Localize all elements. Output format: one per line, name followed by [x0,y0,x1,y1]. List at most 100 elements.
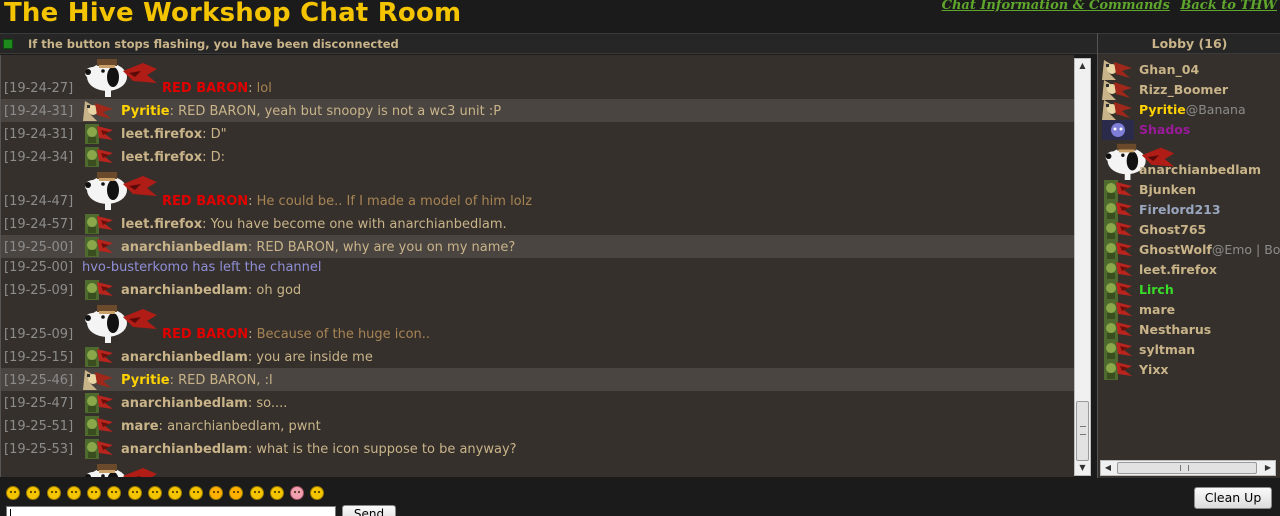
back-to-thw-link[interactable]: Back to THW [1180,0,1277,13]
lobby-user-name[interactable]: Pyritie@Banana [1139,102,1246,117]
orc-avatar [1104,280,1132,300]
snoopy-avatar [85,305,157,343]
clean-up-button[interactable]: Clean Up [1194,487,1272,509]
lobby-user-name[interactable]: syltman [1139,342,1195,357]
smiley-laugh-icon[interactable] [249,486,264,500]
smiley-eek-icon[interactable] [148,486,163,500]
lobby-user-name[interactable]: Shados [1139,122,1190,137]
message-nick[interactable]: RED BARON [162,194,248,209]
scroll-up-arrow-icon[interactable]: ▲ [1075,59,1090,73]
lobby-user-name[interactable]: Yixx [1139,362,1168,377]
smiley-wink-icon[interactable] [168,486,183,500]
lobby-user[interactable]: Yixx [1098,360,1280,380]
chat-message: [19-25-09] RED BARON: Because of the huge… [1,301,1074,345]
chat-message: [19-25-57]RED BARON: snoppy [1,460,1074,477]
lobby-user[interactable]: Shados [1098,120,1280,140]
lobby-user[interactable]: Rizz_Boomer [1098,80,1280,100]
message-nick[interactable]: Pyritie [121,373,170,388]
status-bar: If the button stops flashing, you have b… [0,33,1097,54]
lobby-user[interactable]: GhostWolf@Emo | Bot [1098,240,1280,260]
user-name-text: syltman [1139,342,1196,357]
message-nick[interactable]: leet.firefox [121,150,202,165]
smiley-grin-icon[interactable] [66,486,81,500]
lobby-user[interactable]: Ghost765 [1098,220,1280,240]
lobby-user-name[interactable]: Ghost765 [1139,222,1206,237]
chat-log: [19-24-27] RED BARON: lol [19-24-31] Pyriti… [0,55,1074,477]
message-nick[interactable]: anarchianbedlam [121,240,248,255]
lobby-hscrollbar[interactable]: ◀ ▶ [1100,460,1276,476]
message-line: anarchianbedlam: you are inside me [121,350,373,365]
smiley-smile-icon[interactable] [6,486,20,500]
message-text: what is the icon suppose to be anyway? [256,442,517,457]
orc-avatar [85,280,113,300]
message-nick[interactable]: RED BARON [162,81,248,96]
lobby-user[interactable]: mare [1098,300,1280,320]
message-nick[interactable]: mare [121,419,159,434]
message-nick[interactable]: anarchianbedlam [121,396,248,411]
hscroll-thumb[interactable] [1117,462,1257,474]
orc-avatar [1104,320,1132,340]
message-line: anarchianbedlam: RED BARON, why are you … [121,240,515,255]
scroll-right-arrow-icon[interactable]: ▶ [1261,461,1275,475]
message-nick[interactable]: anarchianbedlam [121,350,248,365]
smiley-cool-icon[interactable] [310,486,325,500]
lobby-user-name[interactable]: Firelord213 [1139,202,1221,217]
nick-separator: : [169,104,179,119]
message-text: RED BARON, :l [178,373,273,388]
smiley-biggrin-icon[interactable] [269,486,284,500]
user-name-text: mare [1139,302,1176,317]
scroll-thumb[interactable] [1076,401,1089,461]
lobby-user-name[interactable]: mare [1139,302,1175,317]
lobby-user-name[interactable]: Nestharus [1139,322,1211,337]
smiley-pink-icon[interactable] [290,486,305,500]
lobby-user[interactable]: Lirch [1098,280,1280,300]
message-timestamp: [19-24-27] [4,81,74,96]
message-nick[interactable]: leet.firefox [121,127,202,142]
message-text: RED BARON, why are you on my name? [256,240,516,255]
smiley-cool-icon[interactable] [46,486,61,500]
chat-message: [19-25-47] anarchianbedlam: so.... [1,391,1074,414]
chat-message: [19-25-53] anarchianbedlam: what is the i… [1,437,1074,460]
lobby-user[interactable]: syltman [1098,340,1280,360]
user-name-text: Ghost765 [1139,222,1207,237]
scroll-down-arrow-icon[interactable]: ▼ [1075,461,1090,475]
message-timestamp: [19-25-15] [4,350,74,365]
message-nick[interactable]: leet.firefox [121,217,202,232]
smiley-smile-icon[interactable] [127,486,142,500]
lobby-user[interactable]: Nestharus [1098,320,1280,340]
send-button[interactable]: Send [342,505,396,516]
lobby-user[interactable]: Pyritie@Banana [1098,100,1280,120]
message-timestamp: [19-24-34] [4,150,74,165]
smiley-confused-icon[interactable] [26,486,41,500]
lobby-user-name[interactable]: Ghan_04 [1139,62,1199,77]
lobby-user[interactable]: leet.firefox [1098,260,1280,280]
chat-scrollbar[interactable]: ▲ ▼ [1074,58,1091,476]
lobby-user-name[interactable]: Rizz_Boomer [1139,82,1228,97]
smiley-mad-icon[interactable] [188,486,203,500]
message-line: leet.firefox: You have become one with a… [121,217,507,232]
message-input[interactable] [6,506,336,516]
chat-info-link[interactable]: Chat Information & Commands [942,0,1170,13]
lobby-user[interactable]: Bjunken [1098,180,1280,200]
lobby-user-name[interactable]: leet.firefox [1139,262,1217,277]
message-nick[interactable]: anarchianbedlam [121,442,248,457]
nick-separator: : [248,81,257,96]
lobby-user[interactable]: Firelord213 [1098,200,1280,220]
smiley-happy-icon[interactable] [87,486,102,500]
lobby-user-name[interactable]: GhostWolf@Emo | Bot [1139,242,1280,257]
scroll-left-arrow-icon[interactable]: ◀ [1101,461,1115,475]
lobby-user-name[interactable]: Lirch [1139,282,1174,297]
chat-message: [19-25-09] anarchianbedlam: oh god [1,278,1074,301]
lobby-user-name[interactable]: anarchianbedlam [1139,162,1261,177]
message-nick[interactable]: Pyritie [121,104,170,119]
user-name-text: Lirch [1139,282,1174,297]
smiley-question-icon[interactable] [229,486,244,500]
message-nick[interactable]: anarchianbedlam [121,283,248,298]
chat-message: [19-25-15] anarchianbedlam: you are insid… [1,345,1074,368]
lobby-user[interactable]: anarchianbedlam [1098,140,1280,180]
smiley-exclaim-icon[interactable] [208,486,223,500]
message-nick[interactable]: RED BARON [162,327,248,342]
smiley-frown-icon[interactable] [107,486,122,500]
lobby-user[interactable]: Ghan_04 [1098,60,1280,80]
lobby-user-name[interactable]: Bjunken [1139,182,1196,197]
